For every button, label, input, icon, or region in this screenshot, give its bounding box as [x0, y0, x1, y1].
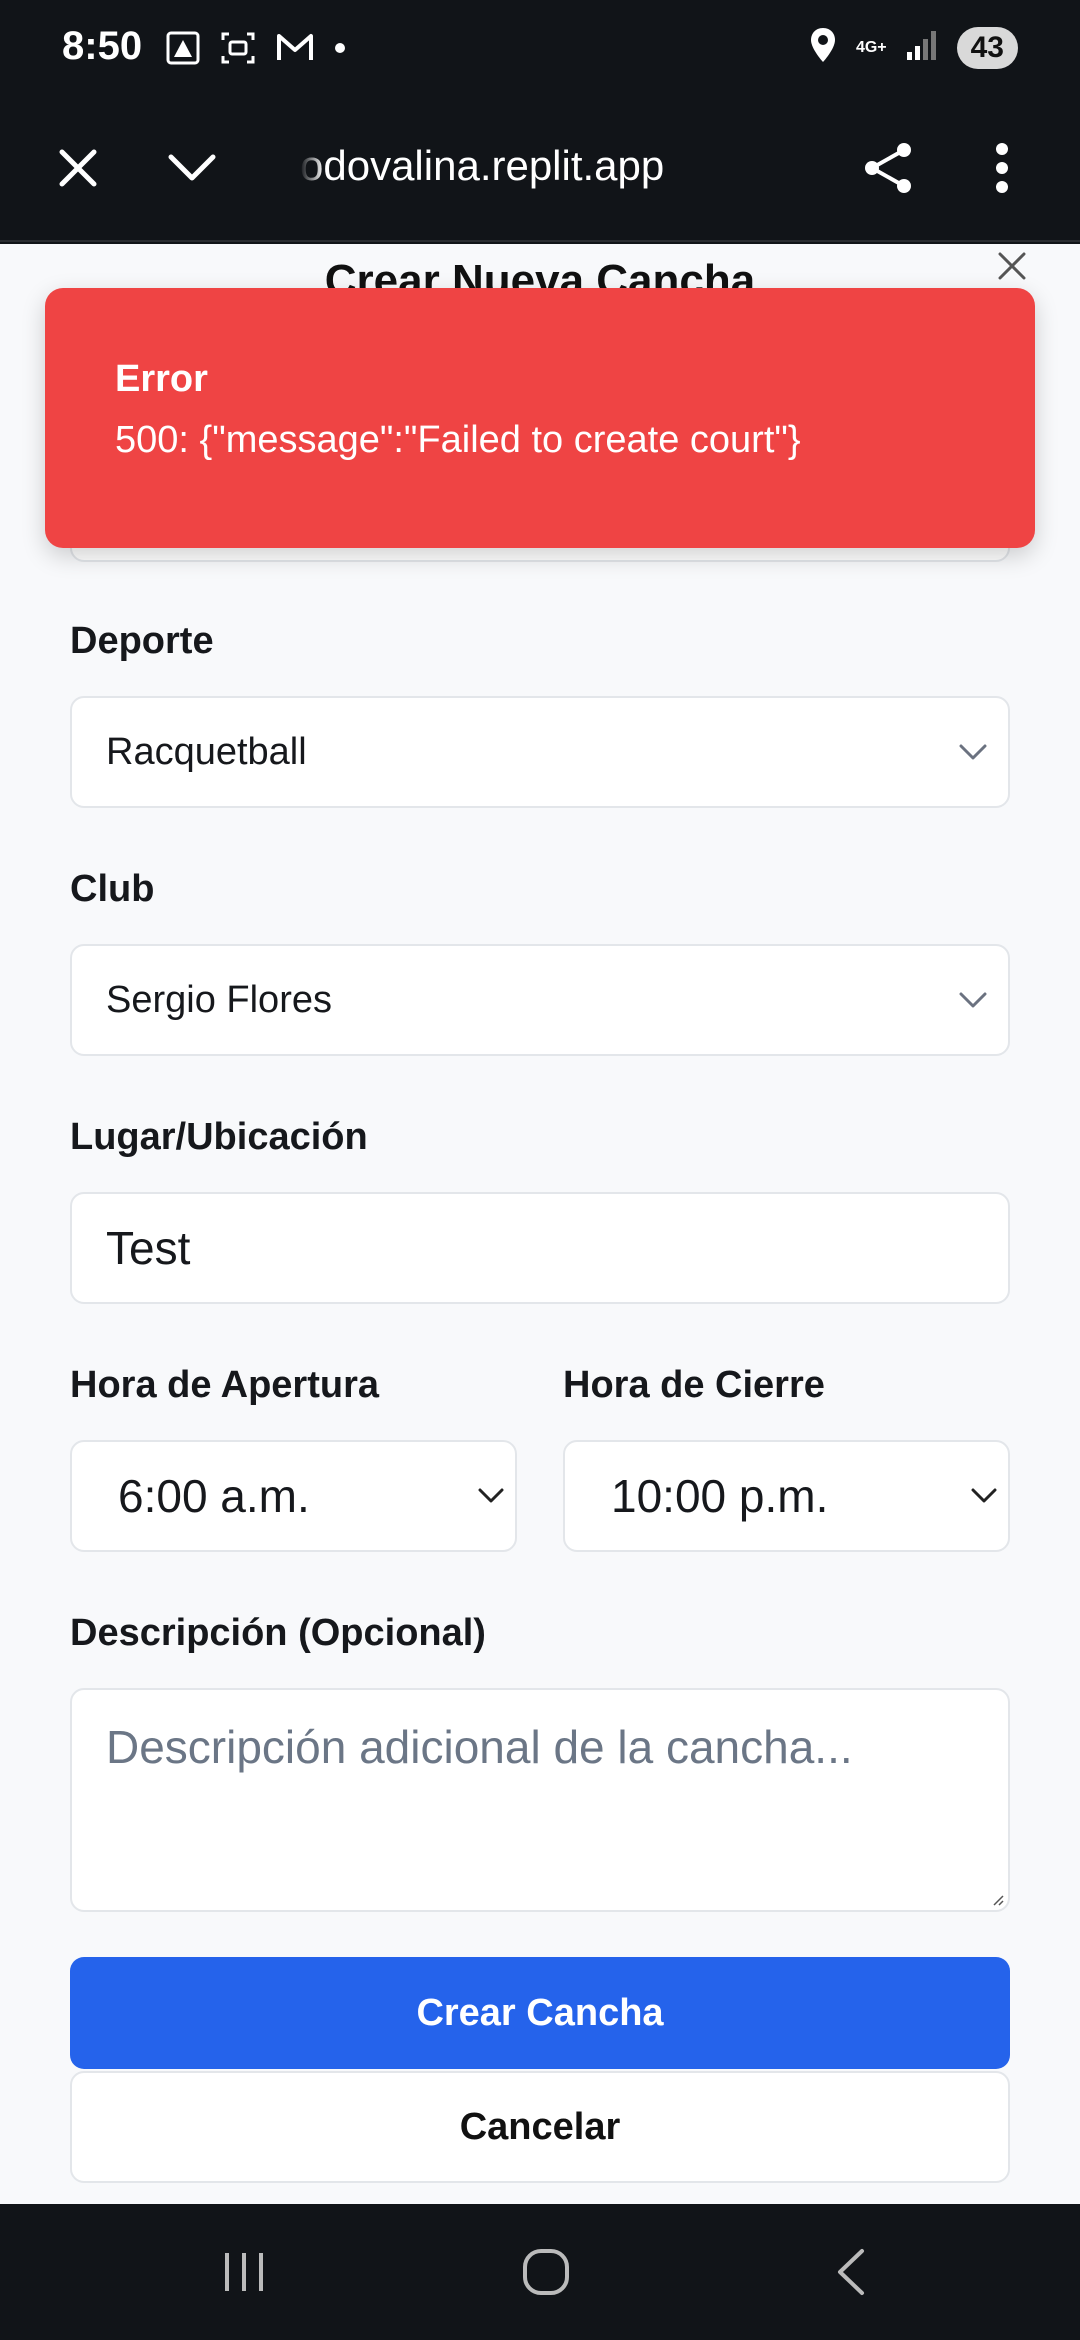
chevron-down-icon: [168, 154, 216, 181]
resize-handle-icon[interactable]: [990, 1892, 1004, 1906]
location-icon: [808, 26, 838, 69]
url-display[interactable]: odovalina.replit.app: [300, 136, 700, 196]
sport-label: Deporte: [70, 620, 214, 662]
club-select[interactable]: Sergio Flores: [70, 944, 1010, 1056]
browser-toolbar: odovalina.replit.app: [0, 100, 1080, 242]
toast-title: Error: [115, 358, 208, 400]
recents-icon: [225, 2253, 263, 2291]
close-time-select[interactable]: 10:00 p.m.: [563, 1440, 1010, 1552]
open-time-label: Hora de Apertura: [70, 1364, 379, 1406]
toast-description: 500: {"message":"Failed to create court"…: [115, 419, 801, 461]
url-fade: [300, 136, 324, 196]
open-time-value: 6:00 a.m.: [118, 1470, 310, 1522]
more-vert-icon: [996, 143, 1008, 193]
sport-select[interactable]: Racquetball: [70, 696, 1010, 808]
dot-icon: [333, 41, 347, 60]
close-time-label: Hora de Cierre: [563, 1364, 825, 1406]
modal-close-button[interactable]: [990, 244, 1034, 288]
close-time-value: 10:00 p.m.: [611, 1470, 829, 1522]
sport-select-value: Racquetball: [106, 730, 307, 773]
gmail-icon: [275, 32, 315, 69]
home-icon: [523, 2249, 569, 2295]
share-button[interactable]: [852, 132, 924, 204]
more-options-button[interactable]: [966, 132, 1038, 204]
cancel-button[interactable]: Cancelar: [70, 2071, 1010, 2183]
signal-icon: [905, 28, 939, 67]
chevron-down-icon: [960, 1488, 1008, 1504]
description-placeholder: Descripción adicional de la cancha...: [106, 1721, 853, 1773]
description-label: Descripción (Opcional): [70, 1612, 486, 1654]
screenshot-icon: [219, 30, 257, 71]
close-icon: [59, 149, 97, 187]
recents-button[interactable]: [204, 2240, 284, 2304]
create-court-button[interactable]: Crear Cancha: [70, 1957, 1010, 2069]
minimize-button[interactable]: [156, 132, 228, 204]
error-toast[interactable]: Error 500: {"message":"Failed to create …: [45, 288, 1035, 548]
chevron-down-icon: [467, 1488, 515, 1504]
status-system-icons: 4G+ 43: [808, 26, 1018, 69]
chevron-down-icon: [938, 992, 1008, 1008]
club-label: Club: [70, 868, 155, 910]
battery-indicator: 43: [956, 26, 1018, 69]
close-tab-button[interactable]: [42, 132, 114, 204]
status-bar: 8:50 4G+ 43: [0, 0, 1080, 100]
network-type: 4G+: [855, 38, 887, 56]
close-icon: [998, 252, 1026, 280]
location-input[interactable]: Test: [70, 1192, 1010, 1304]
home-button[interactable]: [506, 2240, 586, 2304]
description-textarea[interactable]: Descripción adicional de la cancha...: [70, 1688, 1010, 1912]
share-icon: [865, 143, 911, 193]
status-time: 8:50: [62, 24, 143, 68]
system-navigation-bar: [0, 2204, 1080, 2340]
back-icon: [838, 2249, 864, 2295]
open-time-select[interactable]: 6:00 a.m.: [70, 1440, 517, 1552]
club-select-value: Sergio Flores: [106, 978, 332, 1021]
location-input-value: Test: [106, 1222, 191, 1274]
back-button[interactable]: [810, 2240, 890, 2304]
status-notification-icons: [165, 30, 347, 71]
chevron-down-icon: [938, 744, 1008, 760]
app-icon: [165, 30, 201, 71]
location-label: Lugar/Ubicación: [70, 1116, 368, 1158]
